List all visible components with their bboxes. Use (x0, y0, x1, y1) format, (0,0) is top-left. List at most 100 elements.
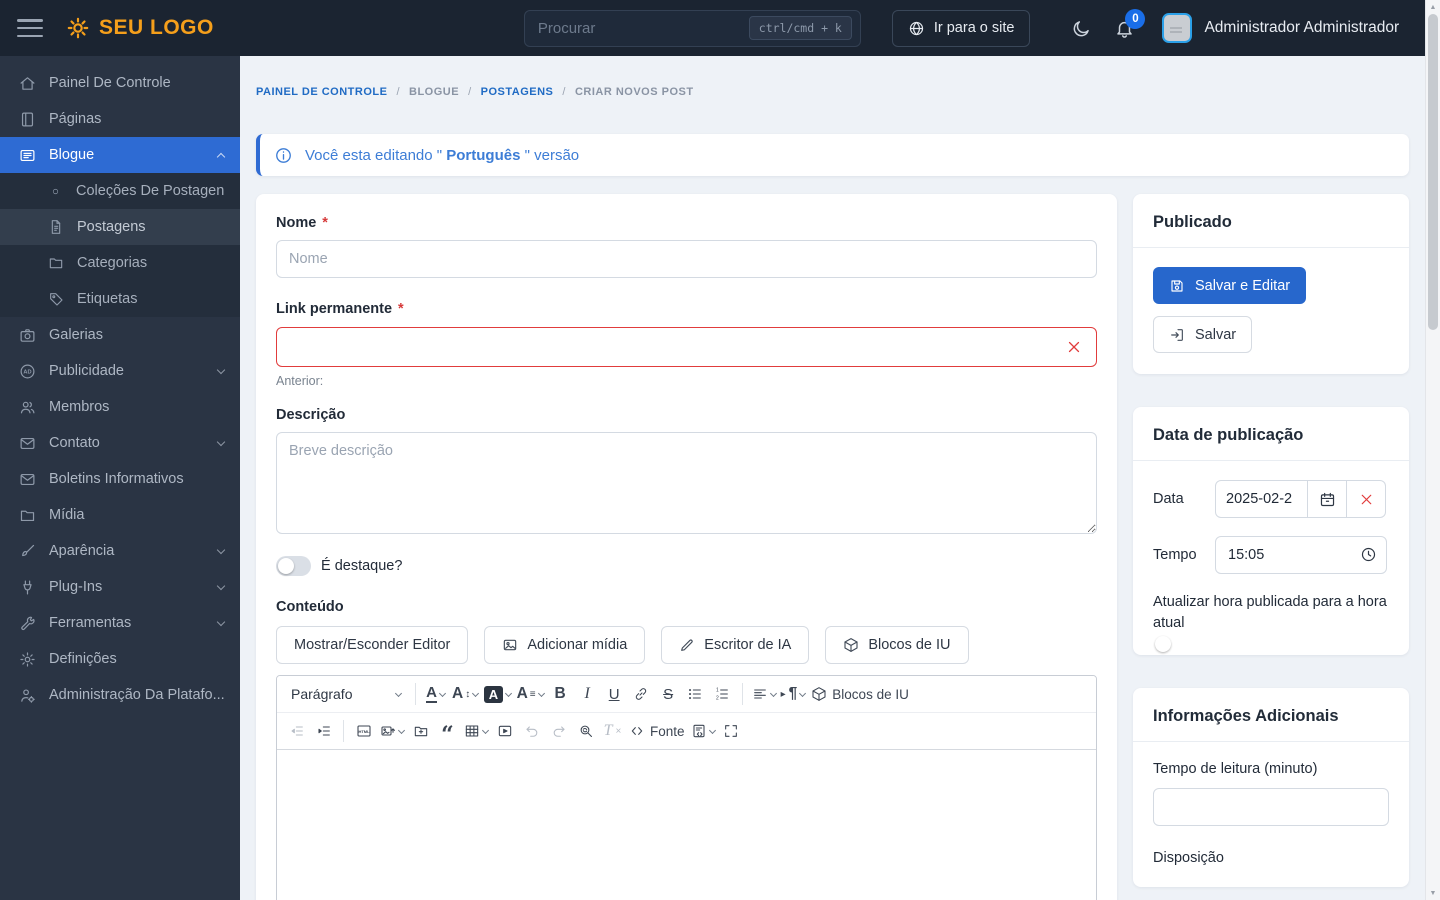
outdent-button[interactable] (283, 716, 310, 746)
bold-button[interactable]: B (547, 679, 574, 709)
embed-video-button[interactable] (491, 716, 518, 746)
user-name[interactable]: Administrador Administrador (1204, 19, 1399, 37)
sidebar-item-painel-de-controle[interactable]: Painel De Controle (0, 65, 240, 101)
additional-info-panel: Informações Adicionais Tempo de leitura … (1133, 688, 1409, 888)
bullet-list-button[interactable] (682, 679, 709, 709)
avatar[interactable] (1162, 13, 1193, 43)
text-direction-button[interactable]: ▸ ¶ (779, 679, 809, 709)
ui-blocks-button[interactable]: Blocos de IU (825, 626, 969, 664)
publication-date-title: Data de publicação (1133, 407, 1409, 461)
find-replace-button[interactable] (572, 716, 599, 746)
sidebar-item-paginas[interactable]: Páginas (0, 101, 240, 137)
file-manager-button[interactable] (407, 716, 434, 746)
sidebar-item-colecoes-de-postagens[interactable]: Coleções De Postagens (0, 173, 240, 209)
breadcrumb-item[interactable]: PAINEL DE CONTROLE (256, 86, 387, 98)
breadcrumb-separator: / (468, 86, 472, 98)
description-textarea[interactable] (276, 432, 1097, 534)
sidebar-item-label: Contato (49, 435, 100, 451)
add-media-button[interactable]: Adicionar mídia (484, 626, 646, 664)
calendar-button[interactable] (1308, 480, 1347, 518)
link-icon (633, 686, 649, 702)
underline-button[interactable]: U (601, 679, 628, 709)
save-button[interactable]: Salvar (1153, 316, 1253, 353)
numbered-list-button[interactable] (709, 679, 736, 709)
chevron-up-icon (216, 152, 226, 161)
background-color-button[interactable]: A (481, 679, 513, 709)
sidebar-item-membros[interactable]: Membros (0, 389, 240, 425)
wrench-icon (19, 615, 36, 632)
ai-writer-button[interactable]: Escritor de IA (661, 626, 810, 664)
blockquote-button[interactable]: “ (434, 716, 461, 746)
strikethrough-button[interactable]: S (655, 679, 682, 709)
table-button[interactable] (461, 716, 491, 746)
reading-time-input[interactable] (1153, 788, 1389, 827)
hamburger-menu-icon[interactable] (17, 19, 43, 37)
sidebar-item-ferramentas[interactable]: Ferramentas (0, 605, 240, 641)
source-code-button[interactable]: Fonte (626, 716, 688, 746)
search-box[interactable]: ctrl/cmd + k (523, 9, 861, 47)
sidebar-item-label: Administração Da Platafo... (49, 687, 224, 703)
save-and-edit-button[interactable]: Salvar e Editar (1153, 267, 1307, 304)
featured-toggle[interactable] (276, 556, 311, 576)
font-color-button[interactable]: A (422, 679, 449, 709)
align-button[interactable] (749, 679, 779, 709)
sidebar-item-boletins-informativos[interactable]: Boletins Informativos (0, 461, 240, 497)
indent-icon (316, 723, 332, 739)
dark-mode-toggle[interactable] (1071, 18, 1092, 39)
redo-icon (551, 723, 567, 739)
date-input[interactable] (1215, 480, 1308, 518)
sidebar-item-blogue[interactable]: Blogue (0, 137, 240, 173)
sidebar-item-administracao-da-plataforma[interactable]: Administração Da Platafo... (0, 677, 240, 713)
sidebar-item-publicidade[interactable]: Publicidade (0, 353, 240, 389)
name-input[interactable] (276, 240, 1097, 278)
sidebar-item-aparencia[interactable]: Aparência (0, 533, 240, 569)
sidebar-item-label: Páginas (49, 111, 102, 127)
expand-icon (723, 723, 739, 739)
link-button[interactable] (628, 679, 655, 709)
page-scrollbar[interactable]: ▲ ▼ (1425, 0, 1440, 900)
error-x-icon[interactable] (1065, 338, 1083, 356)
notifications-button[interactable]: 0 (1114, 8, 1146, 39)
italic-button[interactable]: I (574, 679, 601, 709)
letter-spacing-button[interactable]: A ≡ (514, 679, 547, 709)
search-input[interactable] (537, 19, 749, 37)
clear-date-button[interactable] (1347, 480, 1386, 518)
scrollbar-thumb[interactable] (1428, 14, 1438, 330)
clear-formatting-button[interactable]: T × (599, 716, 626, 746)
sidebar-item-definicoes[interactable]: Definições (0, 641, 240, 677)
sidebar-item-label: Aparência (49, 543, 115, 559)
right-sidebar: Publicado Salvar e Editar Salvar Data de… (1133, 194, 1409, 900)
sidebar: Painel De Controle Páginas Blogue Coleçõ… (0, 56, 240, 900)
sidebar-item-etiquetas[interactable]: Etiquetas (0, 281, 240, 317)
breadcrumb-item[interactable]: POSTAGENS (481, 86, 554, 98)
image-icon (502, 637, 518, 653)
font-size-button[interactable]: A ↕ (449, 679, 481, 709)
paragraph-format-select[interactable]: Parágrafo (283, 679, 409, 709)
sidebar-item-contato[interactable]: Contato (0, 425, 240, 461)
logo[interactable]: SEU LOGO (65, 15, 214, 41)
breadcrumb-separator: / (562, 86, 566, 98)
document-code-button[interactable] (688, 716, 718, 746)
undo-button[interactable] (518, 716, 545, 746)
go-to-site-button[interactable]: Ir para o site (891, 9, 1031, 47)
insert-image-button[interactable] (377, 716, 407, 746)
date-label: Data (1153, 491, 1184, 507)
chevron-down-icon (216, 617, 226, 626)
editor-content-area[interactable] (277, 749, 1096, 900)
redo-button[interactable] (545, 716, 572, 746)
sidebar-item-postagens[interactable]: Postagens (0, 209, 240, 245)
indent-button[interactable] (310, 716, 337, 746)
sidebar-item-galerias[interactable]: Galerias (0, 317, 240, 353)
sidebar-item-categorias[interactable]: Categorias (0, 245, 240, 281)
file-icon (48, 219, 64, 235)
sidebar-item-plug-ins[interactable]: Plug-Ins (0, 569, 240, 605)
html-snippet-button[interactable] (350, 716, 377, 746)
permalink-input[interactable] (276, 327, 1097, 367)
scrollbar-up-arrow[interactable]: ▲ (1426, 0, 1440, 14)
layout-label: Disposição (1153, 850, 1224, 867)
toggle-editor-button[interactable]: Mostrar/Esconder Editor (276, 626, 469, 664)
editor-ui-blocks-button[interactable]: Blocos de IU (808, 679, 912, 709)
sidebar-item-midia[interactable]: Mídia (0, 497, 240, 533)
scrollbar-down-arrow[interactable]: ▼ (1426, 886, 1440, 900)
fullscreen-button[interactable] (718, 716, 745, 746)
